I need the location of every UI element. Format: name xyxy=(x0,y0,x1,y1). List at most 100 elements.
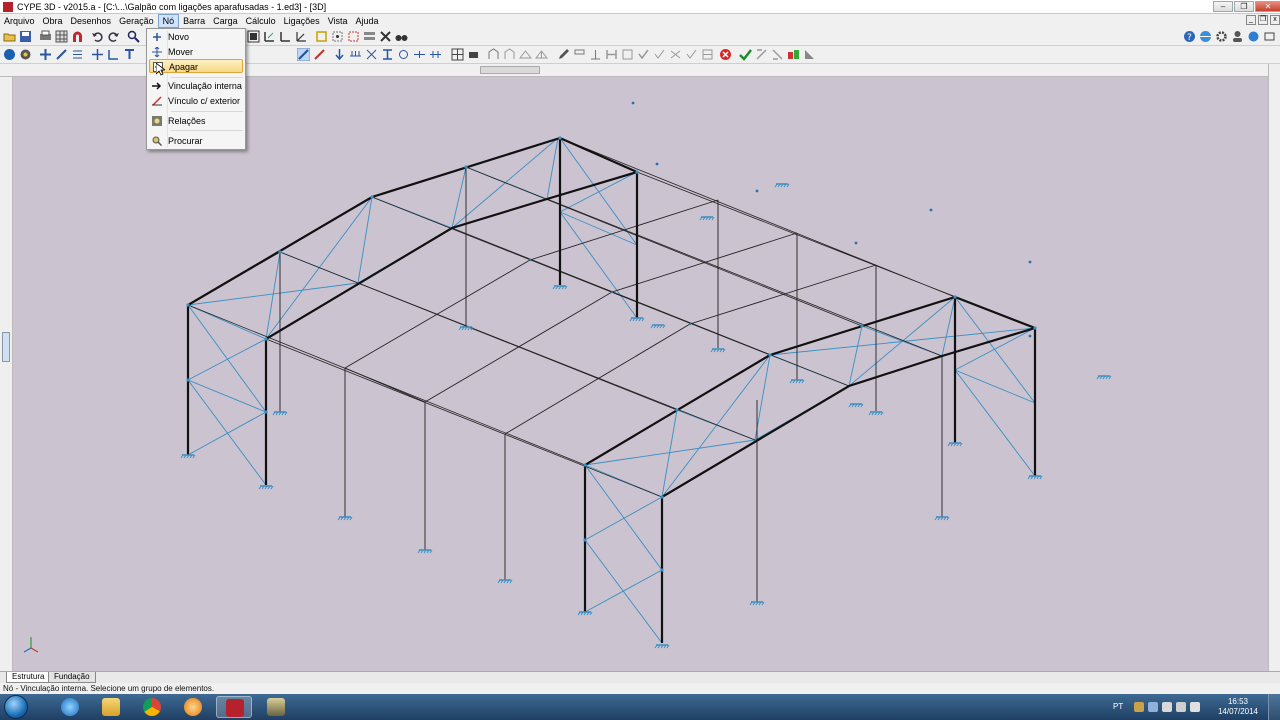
pencil-icon[interactable] xyxy=(557,48,570,61)
menu-desenhos[interactable]: Desenhos xyxy=(67,14,116,28)
binoculars-icon[interactable] xyxy=(395,30,408,43)
user-icon[interactable] xyxy=(1231,30,1244,43)
truss-2-icon[interactable] xyxy=(535,48,548,61)
move-view-icon[interactable] xyxy=(91,48,104,61)
doc-close-button[interactable]: x xyxy=(1270,15,1280,25)
restore-button[interactable]: ❐ xyxy=(1234,1,1254,12)
check-2-icon[interactable] xyxy=(653,48,666,61)
taskbar-file-explorer[interactable] xyxy=(93,696,129,718)
profile-icon[interactable] xyxy=(381,48,394,61)
menu-arquivo[interactable]: Arquivo xyxy=(0,14,39,28)
stress-icon[interactable] xyxy=(787,48,800,61)
taskbar-chrome[interactable] xyxy=(134,696,170,718)
menu-barra[interactable]: Barra xyxy=(179,14,209,28)
menu-ajuda[interactable]: Ajuda xyxy=(352,14,383,28)
settings-icon[interactable] xyxy=(1215,30,1228,43)
green-check-icon[interactable] xyxy=(739,48,752,61)
network-icon[interactable] xyxy=(1247,30,1260,43)
open-folder-icon[interactable] xyxy=(3,30,16,43)
undo-icon[interactable] xyxy=(91,30,104,43)
internal-link-icon[interactable] xyxy=(297,48,310,61)
menu-item-procurar[interactable]: Procurar xyxy=(149,134,243,148)
menu-calculo[interactable]: Cálculo xyxy=(242,14,280,28)
diagram-icon[interactable] xyxy=(803,48,816,61)
globe-icon[interactable] xyxy=(1199,30,1212,43)
menu-item-mover[interactable]: Mover xyxy=(149,45,243,59)
start-button[interactable] xyxy=(4,695,28,719)
menu-item-relacoes[interactable]: Relações xyxy=(149,114,243,128)
check-3-icon[interactable] xyxy=(669,48,682,61)
plate-icon[interactable] xyxy=(621,48,634,61)
vertical-scrollbar-right[interactable] xyxy=(1268,64,1280,671)
tab-estrutura[interactable]: Estrutura xyxy=(6,672,51,683)
minimize-button[interactable]: – xyxy=(1213,1,1233,12)
assign-icon[interactable] xyxy=(467,48,480,61)
show-desktop-button[interactable] xyxy=(1268,694,1280,720)
taskbar-internet-explorer[interactable] xyxy=(52,696,88,718)
menu-ligacoes[interactable]: Ligações xyxy=(280,14,324,28)
tools-icon[interactable] xyxy=(379,30,392,43)
describe-icon[interactable] xyxy=(71,48,84,61)
save-icon[interactable] xyxy=(19,30,32,43)
node-tool-icon[interactable] xyxy=(39,48,52,61)
table-icon[interactable] xyxy=(701,48,714,61)
menu-item-vinculacao-interna[interactable]: Vinculação interna xyxy=(149,79,243,93)
bar-tool-icon[interactable] xyxy=(55,48,68,61)
axis-3d-icon[interactable] xyxy=(295,30,308,43)
menu-item-novo[interactable]: Novo xyxy=(149,30,243,44)
deform-icon[interactable] xyxy=(771,48,784,61)
axis-yz-icon[interactable] xyxy=(279,30,292,43)
language-indicator[interactable]: PT xyxy=(1113,702,1123,711)
render-view-icon[interactable] xyxy=(19,48,32,61)
menu-item-vinculo-exterior[interactable]: Vínculo c/ exterior xyxy=(149,94,243,108)
tray-monitor-icon[interactable] xyxy=(1162,702,1172,712)
toolbar-options-icon[interactable] xyxy=(1263,30,1276,43)
tray-volume-icon[interactable] xyxy=(1190,702,1200,712)
truss-icon[interactable] xyxy=(519,48,532,61)
refresh-view-icon[interactable] xyxy=(347,30,360,43)
redo-icon[interactable] xyxy=(107,30,120,43)
tab-fundacao[interactable]: Fundação xyxy=(48,672,96,683)
menu-obra[interactable]: Obra xyxy=(39,14,67,28)
tray-flag-icon[interactable] xyxy=(1148,702,1158,712)
magnet-icon[interactable] xyxy=(71,30,84,43)
close-button[interactable]: ✕ xyxy=(1255,1,1280,12)
load-bar-icon[interactable] xyxy=(349,48,362,61)
vertical-scrollbar-left[interactable] xyxy=(0,77,13,671)
tray-network-icon[interactable] xyxy=(1176,702,1186,712)
taskbar-media-player[interactable] xyxy=(175,696,211,718)
window-zoom-icon[interactable] xyxy=(247,30,260,43)
weld-icon[interactable] xyxy=(589,48,602,61)
text-tool-icon[interactable] xyxy=(123,48,136,61)
load-node-icon[interactable] xyxy=(333,48,346,61)
menu-geracao[interactable]: Geração xyxy=(115,14,158,28)
taskbar-cype-tools[interactable] xyxy=(258,696,294,718)
clock[interactable]: 16:53 14/07/2014 xyxy=(1218,697,1258,717)
doc-minimize-button[interactable]: _ xyxy=(1246,15,1256,25)
node-snap-icon[interactable] xyxy=(331,30,344,43)
check-icon[interactable] xyxy=(637,48,650,61)
frame-icon[interactable] xyxy=(503,48,516,61)
stop-icon[interactable] xyxy=(719,48,732,61)
buckling-icon[interactable] xyxy=(413,48,426,61)
zoom-icon[interactable] xyxy=(127,30,140,43)
rotate-profile-icon[interactable] xyxy=(397,48,410,61)
vertical-scroll-thumb[interactable] xyxy=(2,332,10,362)
horizontal-scroll-thumb[interactable] xyxy=(480,66,540,74)
menu-vista[interactable]: Vista xyxy=(324,14,352,28)
beam-icon[interactable] xyxy=(605,48,618,61)
bolt-icon[interactable] xyxy=(573,48,586,61)
rectangle-select-icon[interactable] xyxy=(315,30,328,43)
dimension-icon[interactable] xyxy=(107,48,120,61)
check-4-icon[interactable] xyxy=(685,48,698,61)
bracing-icon[interactable] xyxy=(487,48,500,61)
axis-xz-icon[interactable] xyxy=(263,30,276,43)
results-icon[interactable] xyxy=(755,48,768,61)
3d-view-icon[interactable] xyxy=(3,48,16,61)
tray-app-icon[interactable] xyxy=(1134,702,1144,712)
menu-no[interactable]: Nó xyxy=(157,14,180,28)
print-icon[interactable] xyxy=(39,30,52,43)
layers-icon[interactable] xyxy=(363,30,376,43)
3d-viewport[interactable] xyxy=(13,77,1268,671)
external-link-icon[interactable] xyxy=(313,48,326,61)
